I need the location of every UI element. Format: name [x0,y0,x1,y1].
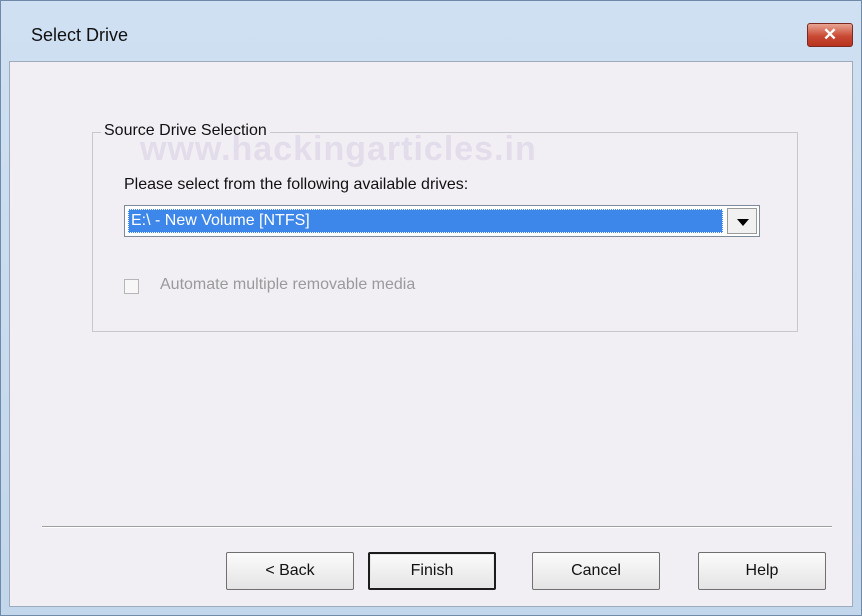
back-button[interactable]: < Back [226,552,354,590]
selected-drive-value[interactable]: E:\ - New Volume [NTFS] [128,209,723,233]
chevron-down-icon[interactable] [727,208,757,234]
drive-prompt-label: Please select from the following availab… [124,176,469,193]
drive-dropdown[interactable]: E:\ - New Volume [NTFS] [124,205,760,237]
watermark: www.hackingarticles.in [140,130,537,168]
select-drive-dialog: Select Drive ✕ Source Drive Selection ww… [0,0,862,616]
help-button[interactable]: Help [698,552,826,590]
automate-removable-media-label: Automate multiple removable media [160,276,416,293]
automate-removable-media-checkbox[interactable] [124,279,139,294]
close-button[interactable]: ✕ [807,23,853,47]
dialog-client-area: Source Drive Selection www.hackingarticl… [9,61,853,607]
separator [42,526,832,528]
window-title: Select Drive [31,25,129,45]
cancel-button[interactable]: Cancel [532,552,660,590]
finish-button[interactable]: Finish [368,552,496,590]
close-icon: ✕ [822,25,838,44]
title-bar[interactable]: Select Drive ✕ [1,1,861,61]
